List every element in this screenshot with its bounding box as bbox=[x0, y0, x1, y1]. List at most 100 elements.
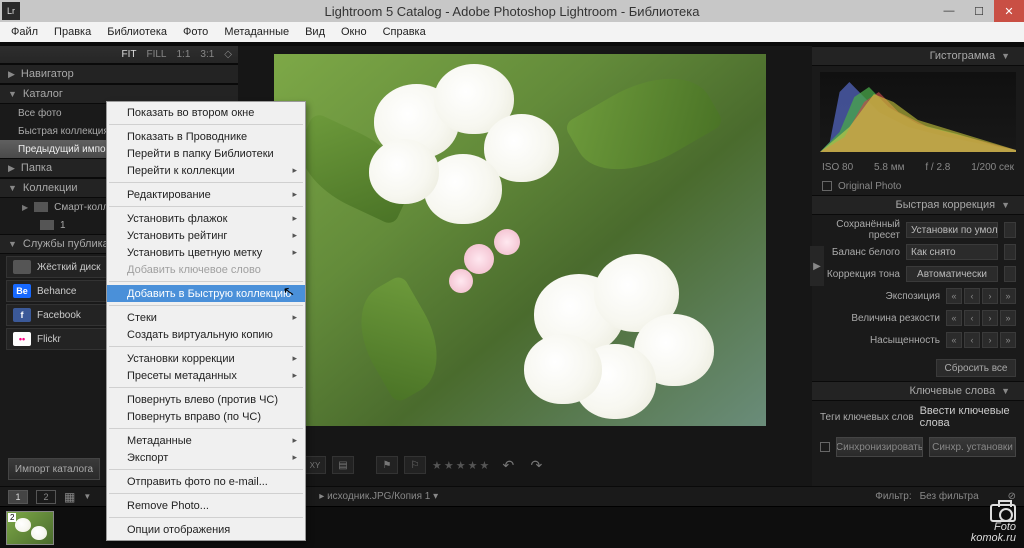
ctx-пресеты-метаданных[interactable]: Пресеты метаданных bbox=[107, 367, 305, 384]
histo-focal: 5.8 мм bbox=[874, 162, 904, 173]
filter-dropdown[interactable]: Без фильтра bbox=[920, 491, 1000, 502]
wb-dropdown[interactable]: Как снято bbox=[906, 244, 998, 260]
quickdev-header[interactable]: Быстрая коррекция ▼ bbox=[812, 195, 1024, 215]
wb-expand[interactable] bbox=[1004, 244, 1016, 260]
navigator-header[interactable]: ▶ Навигатор bbox=[0, 64, 238, 84]
tone-expand[interactable] bbox=[1004, 266, 1016, 282]
folders-label: Папка bbox=[21, 162, 52, 174]
histogram-info: ISO 80 5.8 мм f / 2.8 1/200 сек bbox=[812, 158, 1024, 177]
rotate-right-button[interactable]: ↷ bbox=[525, 456, 547, 474]
clarity-minus2[interactable]: « bbox=[946, 310, 962, 326]
harddrive-icon bbox=[13, 260, 31, 274]
grid-icon[interactable]: ▦ bbox=[64, 490, 75, 504]
keywords-header[interactable]: Ключевые слова ▼ bbox=[812, 381, 1024, 401]
filter-label: Фильтр: bbox=[875, 491, 911, 502]
keyword-tags-label: Теги ключевых слов bbox=[820, 412, 914, 423]
view-compare-button[interactable]: XY bbox=[304, 456, 326, 474]
menu-metadata[interactable]: Метаданные bbox=[217, 24, 296, 40]
chevron-down-icon[interactable]: ▼ bbox=[83, 492, 91, 501]
zoom-3-1[interactable]: 3:1 bbox=[200, 49, 214, 60]
ctx-показать-в-проводнике[interactable]: Показать в Проводнике bbox=[107, 128, 305, 145]
original-photo-row[interactable]: Original Photo bbox=[812, 177, 1024, 195]
ctx-стеки[interactable]: Стеки bbox=[107, 309, 305, 326]
window-titlebar: Lr Lightroom 5 Catalog - Adobe Photoshop… bbox=[0, 0, 1024, 22]
folder-icon bbox=[34, 202, 48, 212]
chevron-right-icon: ▶ bbox=[22, 203, 28, 212]
menu-view[interactable]: Вид bbox=[298, 24, 332, 40]
preset-dropdown[interactable]: Установки по умолчанию bbox=[906, 222, 998, 238]
right-panel-collapse[interactable]: ▶ bbox=[810, 246, 824, 286]
window-title: Lightroom 5 Catalog - Adobe Photoshop Li… bbox=[0, 4, 1024, 19]
loupe-image[interactable] bbox=[274, 54, 766, 426]
rotate-left-button[interactable]: ↶ bbox=[497, 456, 519, 474]
vib-plus2[interactable]: » bbox=[1000, 332, 1016, 348]
sync-settings-button[interactable]: Синхр. установки bbox=[929, 437, 1016, 457]
keyword-tags-dropdown[interactable]: Ввести ключевые слова bbox=[920, 405, 1010, 429]
ctx-remove-photo-[interactable]: Remove Photo... bbox=[107, 497, 305, 514]
flag-reject-button[interactable]: ⚐ bbox=[404, 456, 426, 474]
ctx-отправить-фото-по-e-mail-[interactable]: Отправить фото по e-mail... bbox=[107, 473, 305, 490]
ctx-метаданные[interactable]: Метаданные bbox=[107, 432, 305, 449]
ctx-перейти-к-коллекции[interactable]: Перейти к коллекции bbox=[107, 162, 305, 179]
ctx-перейти-в-папку-библиотеки[interactable]: Перейти в папку Библиотеки bbox=[107, 145, 305, 162]
vib-plus1[interactable]: › bbox=[982, 332, 998, 348]
vib-minus1[interactable]: ‹ bbox=[964, 332, 980, 348]
expo-minus1[interactable]: ‹ bbox=[964, 288, 980, 304]
screen-1-button[interactable]: 1 bbox=[8, 490, 28, 504]
ctx-показать-во-втором-окне[interactable]: Показать во втором окне bbox=[107, 104, 305, 121]
zoom-fill[interactable]: FILL bbox=[146, 49, 166, 60]
menu-help[interactable]: Справка bbox=[376, 24, 433, 40]
histogram-label: Гистограмма bbox=[930, 50, 996, 62]
screen-2-button[interactable]: 2 bbox=[36, 490, 56, 504]
histo-shutter: 1/200 сек bbox=[971, 162, 1014, 173]
filmstrip-thumb[interactable]: 2 bbox=[6, 511, 54, 545]
ctx-экспорт[interactable]: Экспорт bbox=[107, 449, 305, 466]
catalog-item-label: Все фото bbox=[18, 108, 62, 119]
clarity-plus1[interactable]: › bbox=[982, 310, 998, 326]
ctx-редактирование[interactable]: Редактирование bbox=[107, 186, 305, 203]
ctx-установить-цветную-метку[interactable]: Установить цветную метку bbox=[107, 244, 305, 261]
expo-plus2[interactable]: » bbox=[1000, 288, 1016, 304]
view-survey-button[interactable]: ▤ bbox=[332, 456, 354, 474]
chevron-down-icon: ▼ bbox=[8, 183, 17, 193]
vib-minus2[interactable]: « bbox=[946, 332, 962, 348]
expo-plus1[interactable]: › bbox=[982, 288, 998, 304]
quickdev-body: Сохранённый пресет Установки по умолчани… bbox=[812, 215, 1024, 355]
clarity-steppers: « ‹ › » bbox=[946, 310, 1016, 326]
ctx-добавить-в-быструю-коллекцию[interactable]: Добавить в Быструю коллекцию bbox=[107, 285, 305, 302]
checkbox-icon[interactable] bbox=[822, 181, 832, 191]
sync-checkbox[interactable] bbox=[820, 442, 830, 452]
import-catalog-button[interactable]: Импорт каталога bbox=[8, 458, 100, 480]
zoom-fit[interactable]: FIT bbox=[121, 49, 136, 60]
rating-stars[interactable]: ★★★★★ bbox=[432, 459, 491, 472]
menu-library[interactable]: Библиотека bbox=[100, 24, 174, 40]
behance-icon: Be bbox=[13, 284, 31, 298]
zoom-1-1[interactable]: 1:1 bbox=[176, 49, 190, 60]
catalog-item-label: Предыдущий импорт bbox=[18, 144, 116, 155]
zoom-more-icon[interactable]: ◇ bbox=[224, 49, 232, 60]
breadcrumb-path[interactable]: ▸ исходник.JPG/Копия 1 ▾ bbox=[319, 491, 438, 502]
menu-edit[interactable]: Правка bbox=[47, 24, 98, 40]
menu-window[interactable]: Окно bbox=[334, 24, 374, 40]
ctx-опции-отображения[interactable]: Опции отображения bbox=[107, 521, 305, 538]
chevron-down-icon: ▼ bbox=[1001, 200, 1010, 210]
flag-pick-button[interactable]: ⚑ bbox=[376, 456, 398, 474]
clarity-plus2[interactable]: » bbox=[1000, 310, 1016, 326]
tone-auto-button[interactable]: Автоматически bbox=[906, 266, 998, 282]
preset-expand[interactable] bbox=[1004, 222, 1016, 238]
ctx-установить-флажок[interactable]: Установить флажок bbox=[107, 210, 305, 227]
ctx-повернуть-вправо-по-чс-[interactable]: Повернуть вправо (по ЧС) bbox=[107, 408, 305, 425]
ctx-установки-коррекции[interactable]: Установки коррекции bbox=[107, 350, 305, 367]
ctx-создать-виртуальную-копию[interactable]: Создать виртуальную копию bbox=[107, 326, 305, 343]
menu-photo[interactable]: Фото bbox=[176, 24, 215, 40]
expo-minus2[interactable]: « bbox=[946, 288, 962, 304]
ctx-повернуть-влево-против-чс-[interactable]: Повернуть влево (против ЧС) bbox=[107, 391, 305, 408]
clarity-minus1[interactable]: ‹ bbox=[964, 310, 980, 326]
thumb-badge: 2 bbox=[8, 513, 16, 522]
ctx-установить-рейтинг[interactable]: Установить рейтинг bbox=[107, 227, 305, 244]
preset-label: Сохранённый пресет bbox=[820, 219, 900, 241]
reset-all-button[interactable]: Сбросить все bbox=[936, 359, 1016, 377]
menu-file[interactable]: Файл bbox=[4, 24, 45, 40]
sync-button[interactable]: Синхронизировать bbox=[836, 437, 923, 457]
histogram-header[interactable]: Гистограмма ▼ bbox=[812, 46, 1024, 66]
